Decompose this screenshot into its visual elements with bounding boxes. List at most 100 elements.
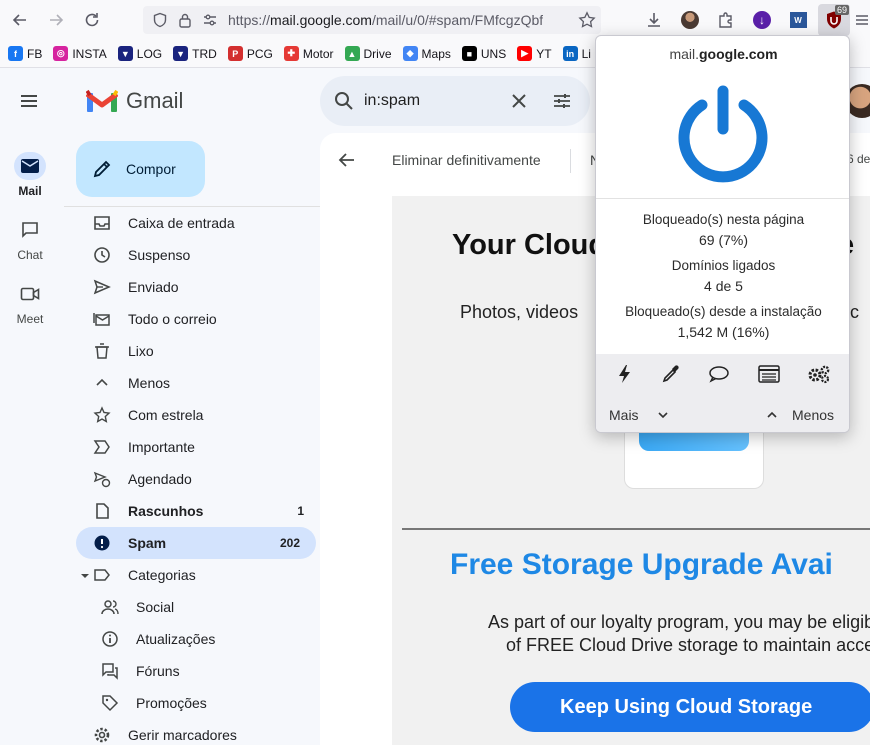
url-text: https://mail.google.com/mail/u/0/#spam/F… <box>228 12 543 28</box>
search-bar[interactable]: in:spam <box>320 76 590 126</box>
popup-more-less: Mais Menos <box>596 398 849 432</box>
folder-enviado[interactable]: Enviado <box>76 271 320 303</box>
rail-chat[interactable]: Chat <box>0 216 60 262</box>
folder-label: Rascunhos <box>128 503 204 519</box>
folder-categorias[interactable]: Categorias <box>76 559 320 591</box>
lock-icon[interactable] <box>174 9 196 31</box>
folder-promo-es[interactable]: Promoções <box>76 687 320 719</box>
rail-mail[interactable]: Mail <box>0 152 60 198</box>
folder-spam[interactable]: Spam 202 <box>76 527 316 559</box>
tag-icon <box>100 693 120 713</box>
forward-button[interactable] <box>38 2 74 38</box>
folder-agendado[interactable]: Agendado <box>76 463 320 495</box>
gmail-logo[interactable]: Gmail <box>86 88 183 114</box>
folder-caixa-de-entrada[interactable]: Caixa de entrada <box>76 207 320 239</box>
power-toggle-button[interactable] <box>676 83 770 188</box>
folder-label: Social <box>136 599 175 615</box>
folder-com-estrela[interactable]: Com estrela <box>76 399 320 431</box>
bookmark-drive[interactable]: ▲ Drive <box>344 46 392 61</box>
bookmark-label: Li <box>581 46 591 61</box>
download-manager-extension[interactable]: ↓ <box>749 7 775 33</box>
blocked-page-value: 69 (7%) <box>698 232 749 248</box>
mail-icon <box>14 152 46 180</box>
lightning-icon[interactable] <box>616 364 634 389</box>
eyedropper-icon[interactable] <box>661 364 681 389</box>
folder-importante[interactable]: Importante <box>76 431 320 463</box>
folder-social[interactable]: Social <box>76 591 320 623</box>
folder-gerir-marcadores[interactable]: Gerir marcadores <box>76 719 320 745</box>
folder-menos[interactable]: Menos <box>76 367 320 399</box>
reload-button[interactable] <box>74 2 110 38</box>
power-icon <box>678 85 768 183</box>
folder-suspenso[interactable]: Suspenso <box>76 239 320 271</box>
bookmark-trd[interactable]: ▼ TRD <box>173 46 217 61</box>
logger-list-icon[interactable] <box>758 364 780 388</box>
search-icon[interactable] <box>334 91 354 116</box>
bookmark-uns[interactable]: ■ UNS <box>461 46 506 61</box>
clear-search-icon[interactable] <box>510 92 528 115</box>
storage-line-1: As part of our loyalty program, you may … <box>488 612 870 632</box>
permissions-icon[interactable] <box>199 9 221 31</box>
search-options-icon[interactable] <box>552 91 572 116</box>
back-button[interactable] <box>2 2 38 38</box>
folder-todo-o-correio[interactable]: Todo o correio <box>76 303 320 335</box>
folder-label: Agendado <box>128 471 192 487</box>
account-extension-button[interactable] <box>677 7 703 33</box>
bookmark-label: YT <box>536 46 552 61</box>
downloads-button[interactable] <box>641 7 667 33</box>
bookmark-log[interactable]: ▼ LOG <box>117 46 162 61</box>
inbox-icon <box>92 213 112 233</box>
arrow-right-icon <box>50 14 64 26</box>
folder-rascunhos[interactable]: Rascunhos 1 <box>76 495 320 527</box>
cloud-image <box>624 429 764 489</box>
bookmark-label: FB <box>27 46 43 61</box>
bookmark-motor[interactable]: ✚ Motor <box>283 46 334 61</box>
bookmark-label: TRD <box>192 46 217 61</box>
address-bar[interactable]: https://mail.google.com/mail/u/0/#spam/F… <box>143 6 601 34</box>
important-icon <box>92 437 112 457</box>
word-extension[interactable]: W <box>785 7 811 33</box>
rail-chat-label: Chat <box>17 248 43 262</box>
bookmark-insta[interactable]: ◎ INSTA <box>53 46 107 61</box>
ublock-origin-button[interactable]: 69 <box>818 4 850 36</box>
tracking-shield-icon[interactable] <box>149 9 171 31</box>
spam-icon <box>92 533 112 553</box>
keep-using-storage-button[interactable]: Keep Using Cloud Storage <box>510 682 870 732</box>
folder-f-runs[interactable]: Fóruns <box>76 655 320 687</box>
url-domain: mail.google.com <box>270 12 372 28</box>
rail-meet[interactable]: Meet <box>0 280 60 326</box>
star-icon <box>92 405 112 425</box>
main-menu-button[interactable] <box>18 90 40 117</box>
delete-forever-button[interactable]: Eliminar definitivamente <box>392 152 541 168</box>
bookmark-li[interactable]: in Li <box>562 46 591 61</box>
bookmark-fb[interactable]: f FB <box>8 46 42 61</box>
dashboard-gears-icon[interactable] <box>807 364 831 389</box>
bookmark-favicon-icon: P <box>227 46 243 61</box>
more-button[interactable]: Mais <box>609 407 669 423</box>
bookmark-star-button[interactable] <box>574 7 600 33</box>
menu-button[interactable] <box>854 7 870 33</box>
blocked-page-label: Bloqueado(s) nesta página <box>642 212 805 227</box>
extensions-button[interactable] <box>713 7 739 33</box>
chat-icon <box>14 216 46 244</box>
folder-label: Atualizações <box>136 631 216 647</box>
folder-label: Lixo <box>128 343 154 359</box>
popup-domain: mail.google.com <box>596 46 849 62</box>
back-to-list-button[interactable] <box>338 151 356 172</box>
bookmark-maps[interactable]: ◆ Maps <box>402 46 451 61</box>
app-rail: Mail Chat Meet <box>0 68 64 745</box>
expand-caret-icon[interactable] <box>80 568 90 584</box>
speech-bubble-icon[interactable] <box>708 365 730 388</box>
bookmark-pcg[interactable]: P PCG <box>227 46 273 61</box>
folder-label: Caixa de entrada <box>128 215 235 231</box>
popup-divider <box>596 198 849 199</box>
search-input[interactable]: in:spam <box>364 92 420 110</box>
folder-atualiza-es[interactable]: Atualizações <box>76 623 320 655</box>
folder-list: Caixa de entrada Suspenso Enviado Todo o co… <box>76 207 320 745</box>
less-button[interactable]: Menos <box>766 407 834 423</box>
hamburger-icon <box>21 95 37 107</box>
label-icon <box>92 565 112 585</box>
compose-button[interactable]: Compor <box>76 141 205 197</box>
folder-lixo[interactable]: Lixo <box>76 335 320 367</box>
bookmark-yt[interactable]: ▶ YT <box>517 46 552 61</box>
